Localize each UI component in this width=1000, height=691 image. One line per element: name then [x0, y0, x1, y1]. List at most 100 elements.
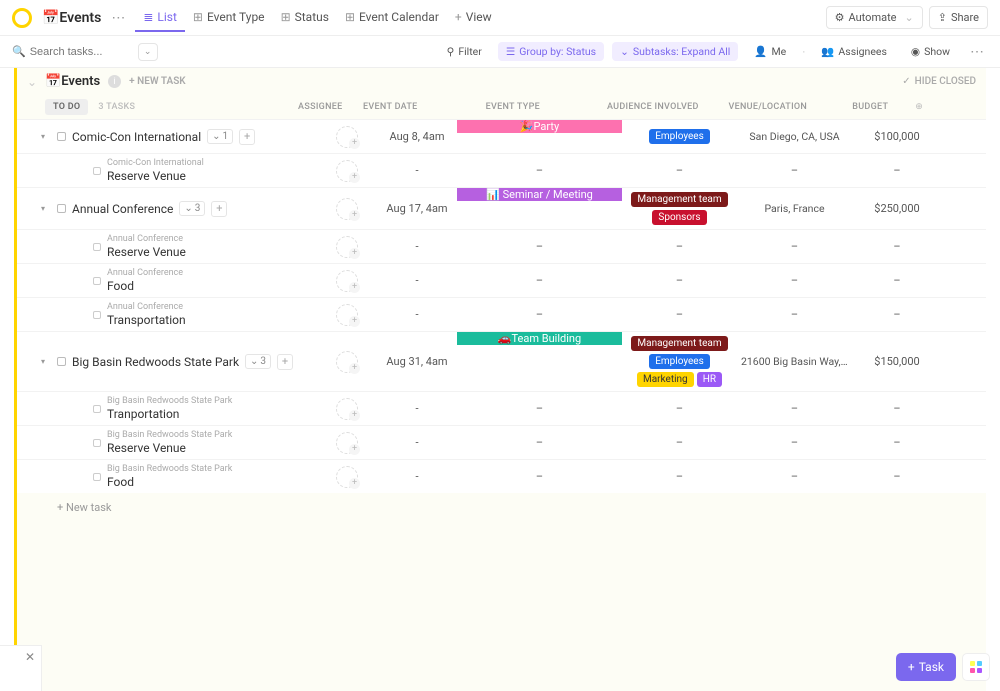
budget-cell[interactable]: $150,000 — [852, 355, 942, 368]
budget-cell[interactable]: – — [852, 240, 942, 253]
status-square[interactable] — [93, 439, 101, 447]
location-cell[interactable]: – — [737, 164, 852, 177]
status-square[interactable] — [57, 357, 66, 366]
date-cell[interactable]: - — [377, 308, 457, 321]
audience-tag[interactable]: HR — [697, 372, 722, 387]
subtask-name[interactable]: Tranportation — [107, 407, 232, 421]
view-tab-view[interactable]: +View — [447, 4, 500, 32]
status-square[interactable] — [93, 277, 101, 285]
event-type-cell[interactable]: – — [457, 402, 622, 415]
list-name[interactable]: 📅Events — [45, 74, 100, 89]
search-box[interactable]: 🔍 — [12, 45, 130, 58]
location-cell[interactable]: 21600 Big Basin Way, … — [737, 355, 852, 368]
audience-tag[interactable]: Management team — [631, 336, 727, 351]
audience-cell[interactable]: – — [622, 402, 737, 415]
location-cell[interactable]: – — [737, 240, 852, 253]
info-icon[interactable]: i — [108, 75, 121, 88]
assignee-cell[interactable] — [317, 236, 377, 258]
location-cell[interactable]: – — [737, 308, 852, 321]
task-name[interactable]: Annual Conference — [72, 202, 173, 216]
apps-button[interactable] — [962, 653, 990, 681]
assignee-cell[interactable] — [317, 198, 377, 220]
event-type-cell[interactable]: 🚗Team Building — [457, 332, 622, 345]
budget-cell[interactable]: – — [852, 436, 942, 449]
search-dropdown[interactable]: ⌄ — [138, 43, 158, 61]
task-row[interactable]: ▾ Annual Conference ⌄3 + Aug 17, 4am 📊 S… — [17, 187, 986, 229]
status-square[interactable] — [57, 132, 66, 141]
date-cell[interactable]: Aug 8, 4am — [377, 130, 457, 143]
subtask-name[interactable]: Reserve Venue — [107, 169, 204, 183]
subtask-count[interactable]: ⌄3 — [245, 354, 271, 369]
add-subtask-button[interactable]: + — [239, 129, 255, 145]
audience-cell[interactable]: – — [622, 470, 737, 483]
event-type-cell[interactable]: – — [457, 274, 622, 287]
view-tab-list[interactable]: ≣List — [135, 4, 185, 32]
add-subtask-button[interactable]: + — [211, 201, 227, 217]
status-square[interactable] — [93, 311, 101, 319]
budget-cell[interactable]: – — [852, 274, 942, 287]
event-type-cell[interactable]: – — [457, 164, 622, 177]
search-input[interactable] — [30, 46, 130, 58]
audience-cell[interactable]: – — [622, 308, 737, 321]
date-cell[interactable]: Aug 17, 4am — [377, 202, 457, 215]
audience-tag[interactable]: Employees — [649, 129, 710, 144]
group-by-button[interactable]: ☰Group by: Status — [498, 42, 604, 61]
date-cell[interactable]: - — [377, 164, 457, 177]
subtask-name[interactable]: Reserve Venue — [107, 441, 232, 455]
me-button[interactable]: 👤Me — [746, 42, 794, 61]
assignee-cell[interactable] — [317, 351, 377, 373]
subtask-row[interactable]: Big Basin Redwoods State Park Food - – –… — [17, 459, 986, 493]
add-column-icon[interactable]: ⊕ — [915, 102, 935, 112]
col-assignee[interactable]: ASSIGNEE — [290, 102, 350, 112]
assignee-cell[interactable] — [317, 160, 377, 182]
subtasks-button[interactable]: ⌄Subtasks: Expand All — [612, 42, 738, 61]
subtask-row[interactable]: Annual Conference Transportation - – – –… — [17, 297, 986, 331]
task-row[interactable]: ▾ Comic-Con International ⌄1 + Aug 8, 4a… — [17, 119, 986, 153]
subtask-row[interactable]: Big Basin Redwoods State Park Tranportat… — [17, 391, 986, 425]
new-task-header[interactable]: + NEW TASK — [129, 76, 186, 87]
audience-tag[interactable]: Management team — [631, 192, 727, 207]
subtask-name[interactable]: Reserve Venue — [107, 245, 186, 259]
col-budget[interactable]: BUDGET — [825, 102, 915, 112]
assignee-cell[interactable] — [317, 270, 377, 292]
expand-icon[interactable]: ▾ — [41, 204, 51, 213]
assignee-cell[interactable] — [317, 304, 377, 326]
col-type[interactable]: EVENT TYPE — [430, 102, 595, 112]
date-cell[interactable]: - — [377, 402, 457, 415]
subtask-name[interactable]: Food — [107, 475, 232, 489]
event-type-cell[interactable]: – — [457, 470, 622, 483]
create-task-button[interactable]: +Task — [896, 653, 956, 681]
event-type-cell[interactable]: 📊 Seminar / Meeting — [457, 188, 622, 201]
audience-cell[interactable]: – — [622, 240, 737, 253]
budget-cell[interactable]: – — [852, 402, 942, 415]
list-title[interactable]: 📅Events — [42, 10, 101, 26]
subtask-row[interactable]: Comic-Con International Reserve Venue - … — [17, 153, 986, 187]
location-cell[interactable]: – — [737, 402, 852, 415]
assignee-cell[interactable] — [317, 432, 377, 454]
date-cell[interactable]: - — [377, 436, 457, 449]
budget-cell[interactable]: $250,000 — [852, 202, 942, 215]
subtask-row[interactable]: Big Basin Redwoods State Park Reserve Ve… — [17, 425, 986, 459]
show-button[interactable]: ◉Show — [903, 42, 958, 61]
expand-icon[interactable]: ▾ — [41, 132, 51, 141]
view-tab-status[interactable]: ⊞Status — [273, 4, 337, 32]
audience-cell[interactable]: Management team Sponsors — [622, 188, 737, 229]
location-cell[interactable]: – — [737, 436, 852, 449]
audience-tag[interactable]: Sponsors — [652, 210, 706, 225]
assignees-button[interactable]: 👥Assignees — [813, 42, 895, 61]
status-square[interactable] — [93, 243, 101, 251]
hide-closed-toggle[interactable]: ✓HIDE CLOSED — [902, 76, 976, 87]
audience-cell[interactable]: – — [622, 274, 737, 287]
filter-button[interactable]: ⚲Filter — [439, 42, 490, 61]
budget-cell[interactable]: $100,000 — [852, 130, 942, 143]
assignee-cell[interactable] — [317, 126, 377, 148]
new-task-row[interactable]: + New task — [17, 493, 986, 522]
audience-cell[interactable]: – — [622, 164, 737, 177]
status-square[interactable] — [93, 473, 101, 481]
status-square[interactable] — [93, 167, 101, 175]
audience-cell[interactable]: – — [622, 436, 737, 449]
audience-tag[interactable]: Marketing — [637, 372, 694, 387]
status-square[interactable] — [93, 405, 101, 413]
collapse-icon[interactable]: ⌄ — [27, 75, 37, 89]
budget-cell[interactable]: – — [852, 470, 942, 483]
